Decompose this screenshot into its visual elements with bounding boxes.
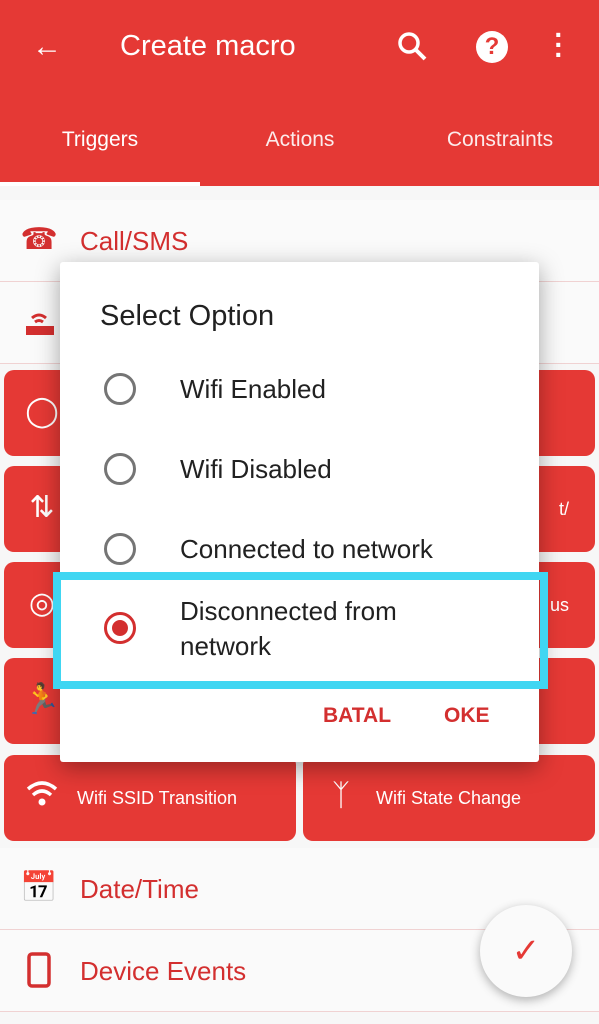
arrow-back-icon[interactable]: ← bbox=[32, 32, 62, 62]
option-label: Disconnected from network bbox=[180, 596, 397, 661]
category-label: Call/SMS bbox=[80, 226, 189, 256]
card-label: t/ bbox=[558, 499, 569, 519]
wifi-icon bbox=[22, 779, 62, 817]
page-title: Create macro bbox=[120, 30, 296, 62]
radio-button-selected[interactable] bbox=[104, 612, 136, 644]
check-icon: ✓ bbox=[511, 932, 541, 970]
app-bar: ← Create macro ? · · · Triggers Actions Co… bbox=[0, 0, 599, 186]
category-label: Date/Time bbox=[80, 874, 199, 904]
select-option-dialog: Select Option Wifi Enabled Wifi Disabled… bbox=[60, 262, 539, 762]
option-label: Wifi Disabled bbox=[180, 454, 332, 484]
router-icon bbox=[20, 304, 58, 342]
data-transfer-icon: ⇅ bbox=[29, 491, 55, 524]
option-label: Connected to network bbox=[180, 534, 433, 564]
category-label: Device Events bbox=[80, 956, 247, 986]
ok-button[interactable]: OKE bbox=[444, 704, 490, 728]
wifi-antenna-icon: ᛉ bbox=[332, 779, 350, 812]
option-wifi-enabled[interactable]: Wifi Enabled bbox=[60, 350, 539, 430]
card-label: Wifi SSID Transition bbox=[77, 788, 238, 808]
search-icon[interactable] bbox=[396, 30, 428, 68]
trigger-card-wifi-ssid[interactable]: Wifi SSID Transition bbox=[4, 755, 296, 841]
radio-button[interactable] bbox=[104, 373, 136, 405]
option-label: Wifi Enabled bbox=[180, 374, 326, 404]
option-disconnected[interactable]: Disconnected from network bbox=[60, 588, 539, 688]
trigger-card-wifi-state[interactable]: ᛉ Wifi State Change bbox=[303, 755, 595, 841]
radio-button[interactable] bbox=[104, 453, 136, 485]
tab-indicator bbox=[0, 182, 200, 186]
watch-icon: ◯ bbox=[25, 395, 59, 428]
tab-actions[interactable]: Actions bbox=[200, 128, 400, 152]
card-label: Wifi State Change bbox=[376, 788, 522, 808]
tab-constraints[interactable]: Constraints bbox=[400, 128, 599, 152]
calendar-clock-icon: 📅 bbox=[20, 871, 58, 904]
more-vert-icon[interactable]: · · · bbox=[553, 21, 565, 69]
running-icon: 🏃 bbox=[23, 683, 61, 716]
confirm-fab[interactable]: ✓ bbox=[480, 905, 572, 997]
option-connected[interactable]: Connected to network bbox=[60, 510, 539, 590]
tab-triggers[interactable]: Triggers bbox=[0, 128, 200, 152]
cancel-button[interactable]: BATAL bbox=[323, 704, 391, 728]
help-icon[interactable]: ? bbox=[476, 31, 508, 63]
card-label: us bbox=[549, 595, 569, 615]
option-wifi-disabled[interactable]: Wifi Disabled bbox=[60, 430, 539, 510]
phone-icon: ☎ bbox=[20, 223, 58, 256]
radio-button[interactable] bbox=[104, 533, 136, 565]
phone-device-icon bbox=[20, 952, 58, 990]
hotspot-icon: ◎ bbox=[28, 587, 56, 620]
dialog-title: Select Option bbox=[100, 300, 275, 332]
